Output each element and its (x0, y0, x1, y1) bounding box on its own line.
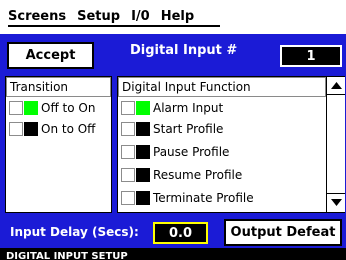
checkbox[interactable] (9, 122, 23, 136)
output-defeat-button[interactable]: Output Defeat (224, 219, 342, 246)
list-item-start-profile[interactable]: Start Profile (121, 120, 223, 138)
checkbox[interactable] (9, 101, 23, 115)
status-bar: DIGITAL INPUT SETUP (0, 248, 346, 260)
transition-list: Transition Off to On On to Off (5, 76, 112, 213)
color-swatch (24, 122, 38, 136)
list-item-on-to-off[interactable]: On to Off (9, 120, 95, 138)
list-item-label: Alarm Input (153, 101, 224, 115)
input-delay-field[interactable]: 0.0 (153, 222, 208, 244)
input-delay-label: Input Delay (Secs): (10, 225, 139, 239)
checkbox[interactable] (121, 101, 135, 115)
list-item-label: Off to On (41, 101, 96, 115)
list-item-label: On to Off (41, 122, 96, 136)
checkbox[interactable] (121, 191, 135, 205)
list-item-label: Start Profile (153, 122, 224, 136)
list-item-label: Terminate Profile (153, 191, 254, 205)
scroll-up-icon[interactable] (327, 77, 345, 95)
accept-button[interactable]: Accept (7, 42, 94, 69)
color-swatch (136, 168, 150, 182)
color-swatch (136, 191, 150, 205)
menu-screens[interactable]: Screens (8, 9, 66, 25)
color-swatch (136, 145, 150, 159)
menu-io[interactable]: I/0 (131, 9, 150, 25)
digital-input-function-list: Digital Input Function Alarm Input Start… (117, 76, 345, 213)
digital-input-number-field[interactable]: 1 (280, 45, 342, 67)
list-item-alarm-input[interactable]: Alarm Input (121, 99, 223, 117)
vertical-scrollbar[interactable] (326, 77, 345, 212)
color-swatch (24, 101, 38, 115)
list-item-label: Pause Profile (153, 145, 230, 159)
checkbox[interactable] (121, 122, 135, 136)
menu-setup[interactable]: Setup (77, 9, 120, 25)
checkbox[interactable] (121, 168, 135, 182)
list-item-resume-profile[interactable]: Resume Profile (121, 166, 242, 184)
scroll-down-icon[interactable] (327, 193, 345, 211)
list-item-label: Resume Profile (153, 168, 243, 182)
checkbox[interactable] (121, 145, 135, 159)
list-item-off-to-on[interactable]: Off to On (9, 99, 95, 117)
menu-help[interactable]: Help (161, 9, 194, 25)
list-item-pause-profile[interactable]: Pause Profile (121, 143, 229, 161)
transition-list-header: Transition (6, 77, 111, 97)
menu-bar-items: Screens Setup I/0 Help (8, 8, 220, 27)
function-list-header: Digital Input Function (118, 77, 326, 97)
list-item-terminate-profile[interactable]: Terminate Profile (121, 189, 254, 207)
page-title: Digital Input # (130, 43, 238, 58)
color-swatch (136, 122, 150, 136)
color-swatch (136, 101, 150, 115)
menu-bar: Screens Setup I/0 Help (0, 0, 346, 34)
